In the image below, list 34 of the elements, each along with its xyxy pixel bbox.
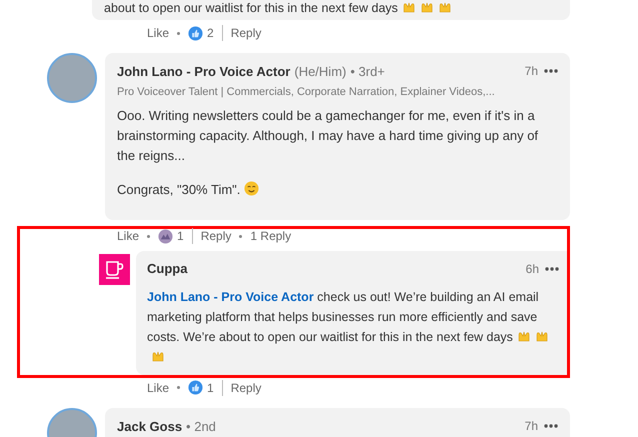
separator-dot-icon (177, 386, 180, 389)
comment-time: 6h (526, 260, 539, 278)
reaction-count: 1 (207, 380, 214, 396)
more-options-icon[interactable] (544, 424, 558, 428)
author-name[interactable]: Cuppa (147, 259, 188, 278)
comment-time: 7h (524, 418, 538, 434)
connection-degree: • 3rd+ (350, 63, 385, 81)
comment-text: about to open our waitlist for this in the next few days (104, 1, 398, 15)
more-options-icon[interactable] (545, 266, 559, 271)
separator-dot-icon (177, 32, 180, 34)
winking-face-emoji-icon (244, 181, 260, 196)
comment-time: 7h (524, 63, 538, 80)
author-name[interactable]: Jack Goss (117, 416, 182, 436)
reaction-count: 2 (207, 25, 214, 42)
reaction-count: 1 (177, 228, 184, 245)
connection-degree: • 2nd (186, 418, 216, 436)
cup-logo-icon[interactable] (99, 254, 130, 285)
reply-link[interactable]: Reply (230, 24, 262, 42)
like-link[interactable]: Like (147, 24, 170, 42)
like-link[interactable]: Like (117, 227, 140, 245)
author-name[interactable]: John Lano - Pro Voice Actor (117, 62, 290, 82)
replies-count-link[interactable]: 1 Reply (250, 227, 292, 245)
mention-link[interactable]: John Lano - Pro Voice Actor (147, 290, 314, 304)
more-options-icon[interactable] (544, 69, 558, 73)
reply-link[interactable]: Reply (230, 378, 262, 396)
reply-link[interactable]: Reply (200, 227, 232, 245)
pronouns: (He/Him) (294, 63, 346, 81)
like-link[interactable]: Like (147, 378, 170, 396)
separator-dot-icon (147, 234, 150, 238)
reply-text: John Lano - Pro Voice Actor check us out! We’re building an AI email marketing platform that helps businesses run more efficiently and save costs. We’re about to open our waitlist for this in the next few days (147, 286, 559, 366)
comment-text: Congrats, "30% Tim". (117, 180, 558, 200)
comment-text: Ooo. Writing newsletters could be a gamechanger for me, even if it's in a brainstorming capacity. Although, I may have a hard time giving up any of the reigns... (117, 107, 540, 165)
author-headline: Pro Voiceover Talent | Commercials, Corporate Narration, Explainer Videos,... (117, 84, 496, 100)
separator-dot-icon (239, 234, 242, 238)
